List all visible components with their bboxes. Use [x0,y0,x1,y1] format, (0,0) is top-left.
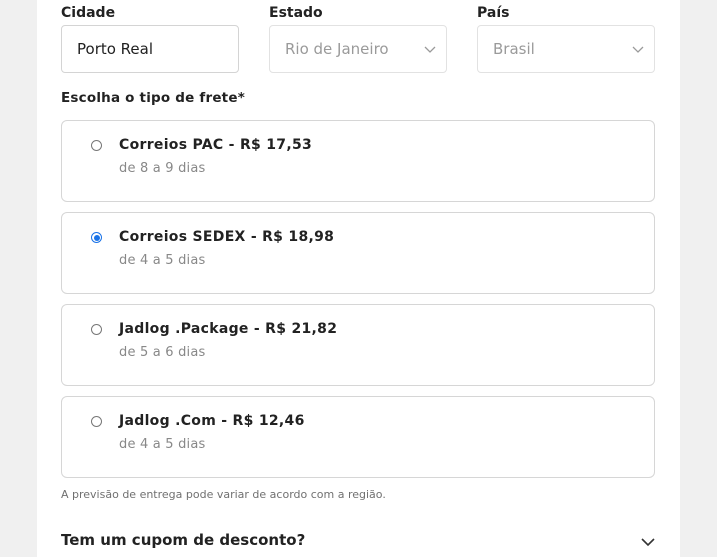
chevron-down-icon [424,46,436,53]
state-label: Estado [269,5,323,21]
shipping-option-eta: de 4 a 5 dias [119,253,206,268]
shipping-label: Escolha o tipo de frete* [61,90,245,106]
state-value: Rio de Janeiro [285,40,389,58]
shipping-option-eta: de 8 a 9 dias [119,161,206,176]
state-select[interactable]: Rio de Janeiro [269,25,447,73]
shipping-option-pac[interactable]: Correios PAC - R$ 17,53 de 8 a 9 dias [61,120,655,202]
shipping-option-title: Jadlog .Package - R$ 21,82 [119,321,338,337]
country-label: País [477,5,510,21]
shipping-option-jadlog-com[interactable]: Jadlog .Com - R$ 12,46 de 4 a 5 dias [61,396,655,478]
shipping-option-title: Correios PAC - R$ 17,53 [119,137,313,153]
shipping-radio[interactable] [91,324,102,335]
checkout-panel: Cidade Porto Real Estado Rio de Janeiro … [37,0,680,557]
city-label: Cidade [61,5,116,21]
coupon-toggle[interactable]: Tem um cupom de desconto? [61,531,305,549]
delivery-note: A previsão de entrega pode variar de aco… [61,488,386,501]
shipping-option-jadlog-package[interactable]: Jadlog .Package - R$ 21,82 de 5 a 6 dias [61,304,655,386]
country-select[interactable]: Brasil [477,25,655,73]
shipping-option-eta: de 5 a 6 dias [119,345,206,360]
city-input[interactable]: Porto Real [61,25,239,73]
shipping-radio[interactable] [91,232,102,243]
shipping-option-sedex[interactable]: Correios SEDEX - R$ 18,98 de 4 a 5 dias [61,212,655,294]
shipping-option-title: Correios SEDEX - R$ 18,98 [119,229,335,245]
chevron-down-icon [632,46,644,53]
chevron-down-icon[interactable] [640,534,656,550]
shipping-radio[interactable] [91,416,102,427]
shipping-radio[interactable] [91,140,102,151]
shipping-option-title: Jadlog .Com - R$ 12,46 [119,413,305,429]
country-value: Brasil [493,40,535,58]
shipping-option-eta: de 4 a 5 dias [119,437,206,452]
city-value: Porto Real [77,40,154,58]
